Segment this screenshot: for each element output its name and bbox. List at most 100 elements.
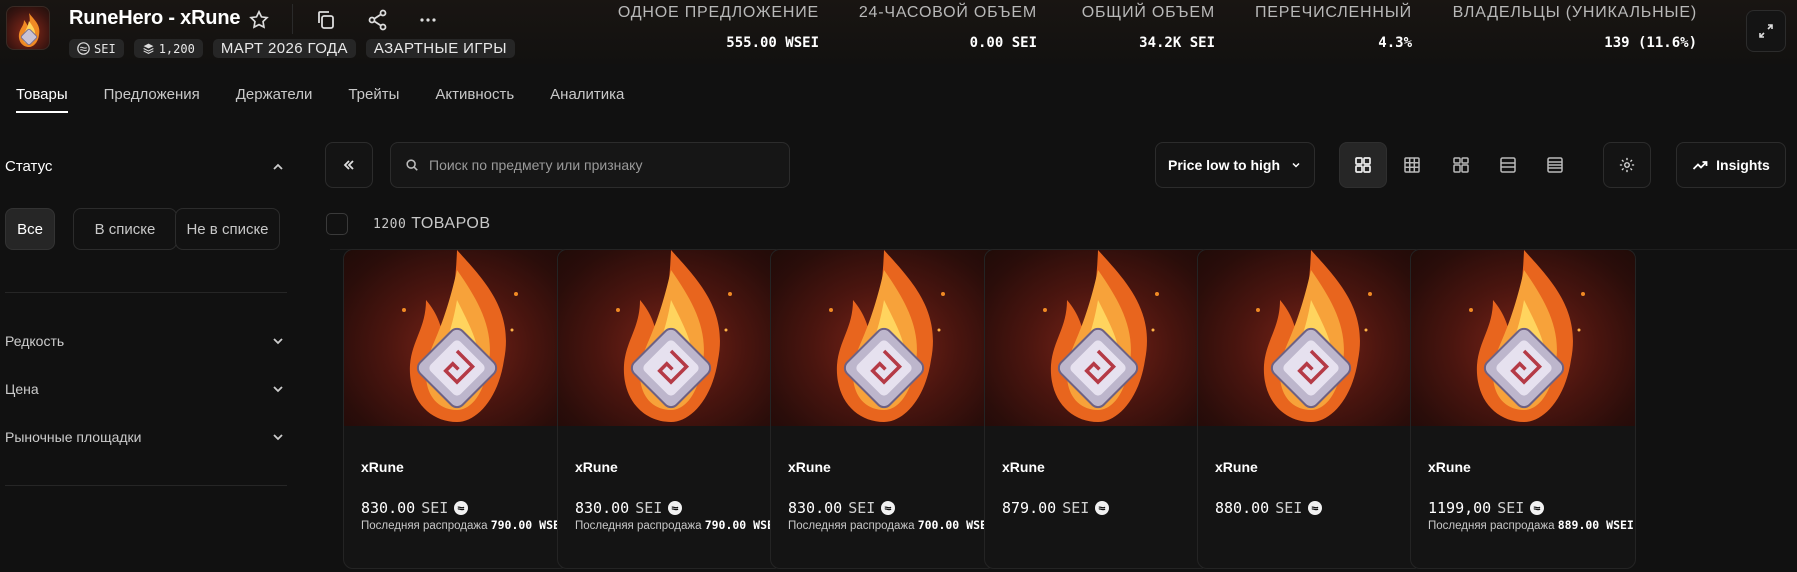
tab-holders[interactable]: Держатели bbox=[236, 86, 313, 113]
collection-tabs: Товары Предложения Держатели Трейты Акти… bbox=[16, 86, 660, 113]
select-all-checkbox[interactable] bbox=[326, 213, 348, 235]
sei-coin-icon bbox=[1095, 501, 1110, 515]
collection-chips: SEI 1,200 МАРТ 2026 ГОДА АЗАРТНЫЕ ИГРЫ bbox=[69, 39, 515, 59]
fire-rune-icon bbox=[1469, 250, 1585, 422]
filter-listed-button[interactable]: В списке bbox=[73, 208, 177, 250]
fire-rune-icon bbox=[829, 250, 945, 422]
last-sale-value: 889.00 WSEI bbox=[1557, 518, 1634, 532]
stat-owners-value: 139 (11.6%) bbox=[1604, 35, 1697, 51]
chevron-down-icon[interactable] bbox=[270, 333, 286, 349]
expand-icon bbox=[1759, 24, 1773, 38]
fire-rune-icon bbox=[1256, 250, 1372, 422]
sidebar-divider bbox=[5, 292, 287, 293]
table-icon[interactable] bbox=[1543, 153, 1567, 177]
price-value: 830.00 bbox=[361, 499, 416, 517]
price-section[interactable]: Цена bbox=[5, 381, 39, 397]
item-image bbox=[1198, 250, 1422, 426]
item-last-sale: Последняя распродажа 889.00 WSEI bbox=[1428, 518, 1634, 532]
supply-label: 1,200 bbox=[158, 41, 195, 56]
marketplaces-section[interactable]: Рыночные площадки bbox=[5, 429, 142, 445]
double-chevron-left-icon bbox=[343, 160, 354, 170]
item-card[interactable]: xRune 830.00 SEI Последняя распродажа 79… bbox=[557, 249, 783, 569]
expand-button[interactable] bbox=[1746, 10, 1786, 52]
filter-all-button[interactable]: Все bbox=[5, 208, 55, 250]
stat-24h-label: 24-ЧАСОВОЙ ОБЪЕМ bbox=[858, 4, 1037, 21]
insights-button[interactable]: Insights bbox=[1676, 142, 1786, 188]
tab-traits[interactable]: Трейты bbox=[348, 86, 399, 113]
item-name: xRune bbox=[575, 459, 618, 475]
collection-logo[interactable] bbox=[6, 6, 50, 50]
sidebar-divider bbox=[5, 485, 287, 486]
item-image bbox=[344, 250, 568, 426]
collection-title: RuneHero - xRune bbox=[69, 7, 241, 29]
item-card[interactable]: xRune 830.00 SEI Последняя распродажа 70… bbox=[770, 249, 996, 569]
insights-label: Insights bbox=[1716, 157, 1770, 173]
search-box[interactable] bbox=[390, 142, 790, 188]
chevron-up-icon[interactable] bbox=[270, 159, 286, 175]
grid-large-icon[interactable] bbox=[1351, 153, 1375, 177]
sei-coin-icon bbox=[454, 501, 469, 515]
item-card[interactable]: xRune 879.00 SEI bbox=[984, 249, 1210, 569]
item-name: xRune bbox=[361, 459, 404, 475]
share-icon[interactable] bbox=[366, 8, 390, 32]
tab-analytics[interactable]: Аналитика bbox=[550, 86, 624, 113]
item-name: xRune bbox=[1428, 459, 1471, 475]
stat-listed-value: 4.3% bbox=[1378, 35, 1412, 51]
item-price: 830.00 SEI bbox=[361, 499, 469, 517]
layers-icon bbox=[143, 43, 154, 54]
settings-button[interactable] bbox=[1603, 142, 1651, 188]
search-input[interactable] bbox=[429, 157, 769, 173]
stat-total-label: ОБЩИЙ ОБЪЕМ bbox=[1081, 4, 1215, 21]
item-card[interactable]: xRune 1199,00 SEI Последняя распродажа 8… bbox=[1410, 249, 1636, 569]
tab-offers[interactable]: Предложения bbox=[104, 86, 200, 113]
rarity-section[interactable]: Редкость bbox=[5, 333, 64, 349]
item-last-sale: Последняя распродажа 790.00 WSEI bbox=[361, 518, 567, 532]
list-icon[interactable] bbox=[1496, 153, 1520, 177]
price-value: 1199,00 bbox=[1428, 499, 1492, 517]
item-name: xRune bbox=[1215, 459, 1258, 475]
copy-icon[interactable] bbox=[314, 8, 338, 32]
chevron-down-icon[interactable] bbox=[270, 429, 286, 445]
header-divider bbox=[292, 4, 293, 34]
price-currency: SEI bbox=[421, 499, 449, 517]
status-heading[interactable]: Статус bbox=[5, 158, 52, 175]
grid-small-icon[interactable] bbox=[1400, 153, 1424, 177]
price-currency: SEI bbox=[848, 499, 876, 517]
sei-coin-icon bbox=[1530, 501, 1545, 515]
trend-icon bbox=[1693, 161, 1708, 170]
item-last-sale: Последняя распродажа 700.00 WSEI bbox=[788, 518, 994, 532]
price-currency: SEI bbox=[1275, 499, 1303, 517]
grid-mixed-icon[interactable] bbox=[1449, 153, 1473, 177]
price-value: 830.00 bbox=[788, 499, 843, 517]
item-price: 830.00 SEI bbox=[575, 499, 683, 517]
sei-coin-icon bbox=[668, 501, 683, 515]
stat-24h-value: 0.00 SEI bbox=[969, 35, 1037, 51]
tab-activity[interactable]: Активность bbox=[435, 86, 514, 113]
chevron-down-icon bbox=[1292, 162, 1300, 168]
results-number: 1200 bbox=[373, 217, 407, 232]
collapse-sidebar-button[interactable] bbox=[325, 142, 373, 188]
item-price: 880.00 SEI bbox=[1215, 499, 1323, 517]
stat-total-value: 34.2K SEI bbox=[1139, 35, 1215, 51]
sei-coin-icon bbox=[881, 501, 896, 515]
more-icon[interactable] bbox=[416, 8, 440, 32]
star-icon[interactable] bbox=[248, 9, 270, 31]
results-label: ТОВАРОВ bbox=[411, 215, 491, 232]
stat-listed-label: ПЕРЕЧИСЛЕННЫЙ bbox=[1254, 4, 1412, 21]
category-label: АЗАРТНЫЕ ИГРЫ bbox=[373, 40, 507, 57]
category-chip[interactable]: АЗАРТНЫЕ ИГРЫ bbox=[365, 39, 515, 58]
fire-rune-icon bbox=[18, 13, 40, 47]
tab-items[interactable]: Товары bbox=[16, 86, 68, 113]
gear-icon bbox=[1619, 157, 1635, 173]
item-card[interactable]: xRune 880.00 SEI bbox=[1197, 249, 1423, 569]
item-image bbox=[558, 250, 782, 426]
price-value: 880.00 bbox=[1215, 499, 1270, 517]
chevron-down-icon[interactable] bbox=[270, 381, 286, 397]
item-image bbox=[771, 250, 995, 426]
sort-label: Price low to high bbox=[1167, 157, 1280, 173]
filter-unlisted-button[interactable]: Не в списке bbox=[175, 208, 280, 250]
item-card[interactable]: xRune 830.00 SEI Последняя распродажа 79… bbox=[343, 249, 569, 569]
item-image bbox=[985, 250, 1209, 426]
fire-rune-icon bbox=[1043, 250, 1159, 422]
sort-dropdown[interactable]: Price low to high bbox=[1155, 142, 1315, 188]
